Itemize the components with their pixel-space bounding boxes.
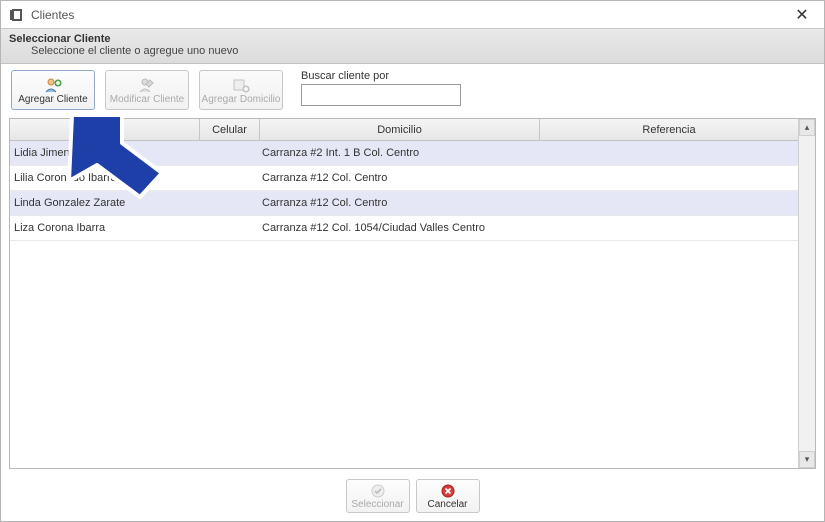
cell-cliente: Lidia Jimenez Roa	[10, 141, 200, 165]
search-input[interactable]	[301, 84, 461, 106]
titlebar: Clientes ✕	[1, 1, 824, 29]
edit-user-icon	[138, 76, 156, 94]
cell-celular	[200, 191, 260, 215]
window-title: Clientes	[31, 8, 74, 22]
select-label: Seleccionar	[351, 499, 403, 510]
close-button[interactable]: ✕	[788, 4, 816, 26]
app-icon	[9, 7, 25, 23]
add-client-label: Agregar Cliente	[18, 95, 87, 105]
cell-referencia	[540, 141, 798, 165]
table-row[interactable]: Liza Corona Ibarra Carranza #12 Col. 105…	[10, 216, 798, 241]
subheader: Seleccionar Cliente Seleccione el client…	[1, 29, 824, 64]
cell-domicilio: Carranza #12 Col. Centro	[260, 191, 540, 215]
cell-celular	[200, 216, 260, 240]
add-user-icon	[44, 76, 62, 94]
add-address-label: Agregar Domicilio	[202, 95, 281, 105]
clients-table: Cliente Celular Domicilio Referencia Lid…	[9, 118, 816, 469]
cell-cliente: Lilia Coronado Ibarra	[10, 166, 200, 190]
cell-referencia	[540, 166, 798, 190]
toolbar: Agregar Cliente Modificar Cliente Agre	[1, 64, 824, 118]
search-label: Buscar cliente por	[301, 70, 461, 82]
modify-client-label: Modificar Cliente	[110, 95, 184, 105]
column-domicilio[interactable]: Domicilio	[260, 119, 540, 140]
cell-cliente: Linda Gonzalez Zarate	[10, 191, 200, 215]
select-button: Seleccionar	[346, 479, 410, 513]
cell-celular	[200, 141, 260, 165]
search-group: Buscar cliente por	[301, 70, 461, 106]
cell-cliente: Liza Corona Ibarra	[10, 216, 200, 240]
scroll-up-button[interactable]: ▴	[799, 119, 815, 136]
table-row[interactable]: Lilia Coronado Ibarra Carranza #12 Col. …	[10, 166, 798, 191]
add-address-icon	[232, 76, 250, 94]
vertical-scrollbar[interactable]: ▴ ▾	[798, 119, 815, 468]
cell-celular	[200, 166, 260, 190]
clientes-dialog: Clientes ✕ Seleccionar Cliente Seleccion…	[0, 0, 825, 522]
cancel-icon	[441, 483, 455, 499]
subheader-subtitle: Seleccione el cliente o agregue uno nuev…	[31, 45, 816, 57]
subheader-title: Seleccionar Cliente	[9, 33, 816, 45]
column-referencia[interactable]: Referencia	[540, 119, 798, 140]
check-icon	[371, 483, 385, 499]
cancel-button[interactable]: Cancelar	[416, 479, 480, 513]
cell-referencia	[540, 216, 798, 240]
table-body: Lidia Jimenez Roa Carranza #2 Int. 1 B C…	[10, 141, 815, 468]
table-row[interactable]: Linda Gonzalez Zarate Carranza #12 Col. …	[10, 191, 798, 216]
table-row[interactable]: Lidia Jimenez Roa Carranza #2 Int. 1 B C…	[10, 141, 798, 166]
add-client-button[interactable]: Agregar Cliente	[11, 70, 95, 110]
scroll-down-button[interactable]: ▾	[799, 451, 815, 468]
modify-client-button: Modificar Cliente	[105, 70, 189, 110]
column-cliente[interactable]: Cliente	[10, 119, 200, 140]
cancel-label: Cancelar	[427, 499, 467, 510]
table-header: Cliente Celular Domicilio Referencia	[10, 119, 815, 141]
cell-referencia	[540, 191, 798, 215]
cell-domicilio: Carranza #12 Col. 1054/Ciudad Valles Cen…	[260, 216, 540, 240]
cell-domicilio: Carranza #12 Col. Centro	[260, 166, 540, 190]
footer: Seleccionar Cancelar	[1, 477, 824, 521]
column-celular[interactable]: Celular	[200, 119, 260, 140]
add-address-button: Agregar Domicilio	[199, 70, 283, 110]
cell-domicilio: Carranza #2 Int. 1 B Col. Centro	[260, 141, 540, 165]
